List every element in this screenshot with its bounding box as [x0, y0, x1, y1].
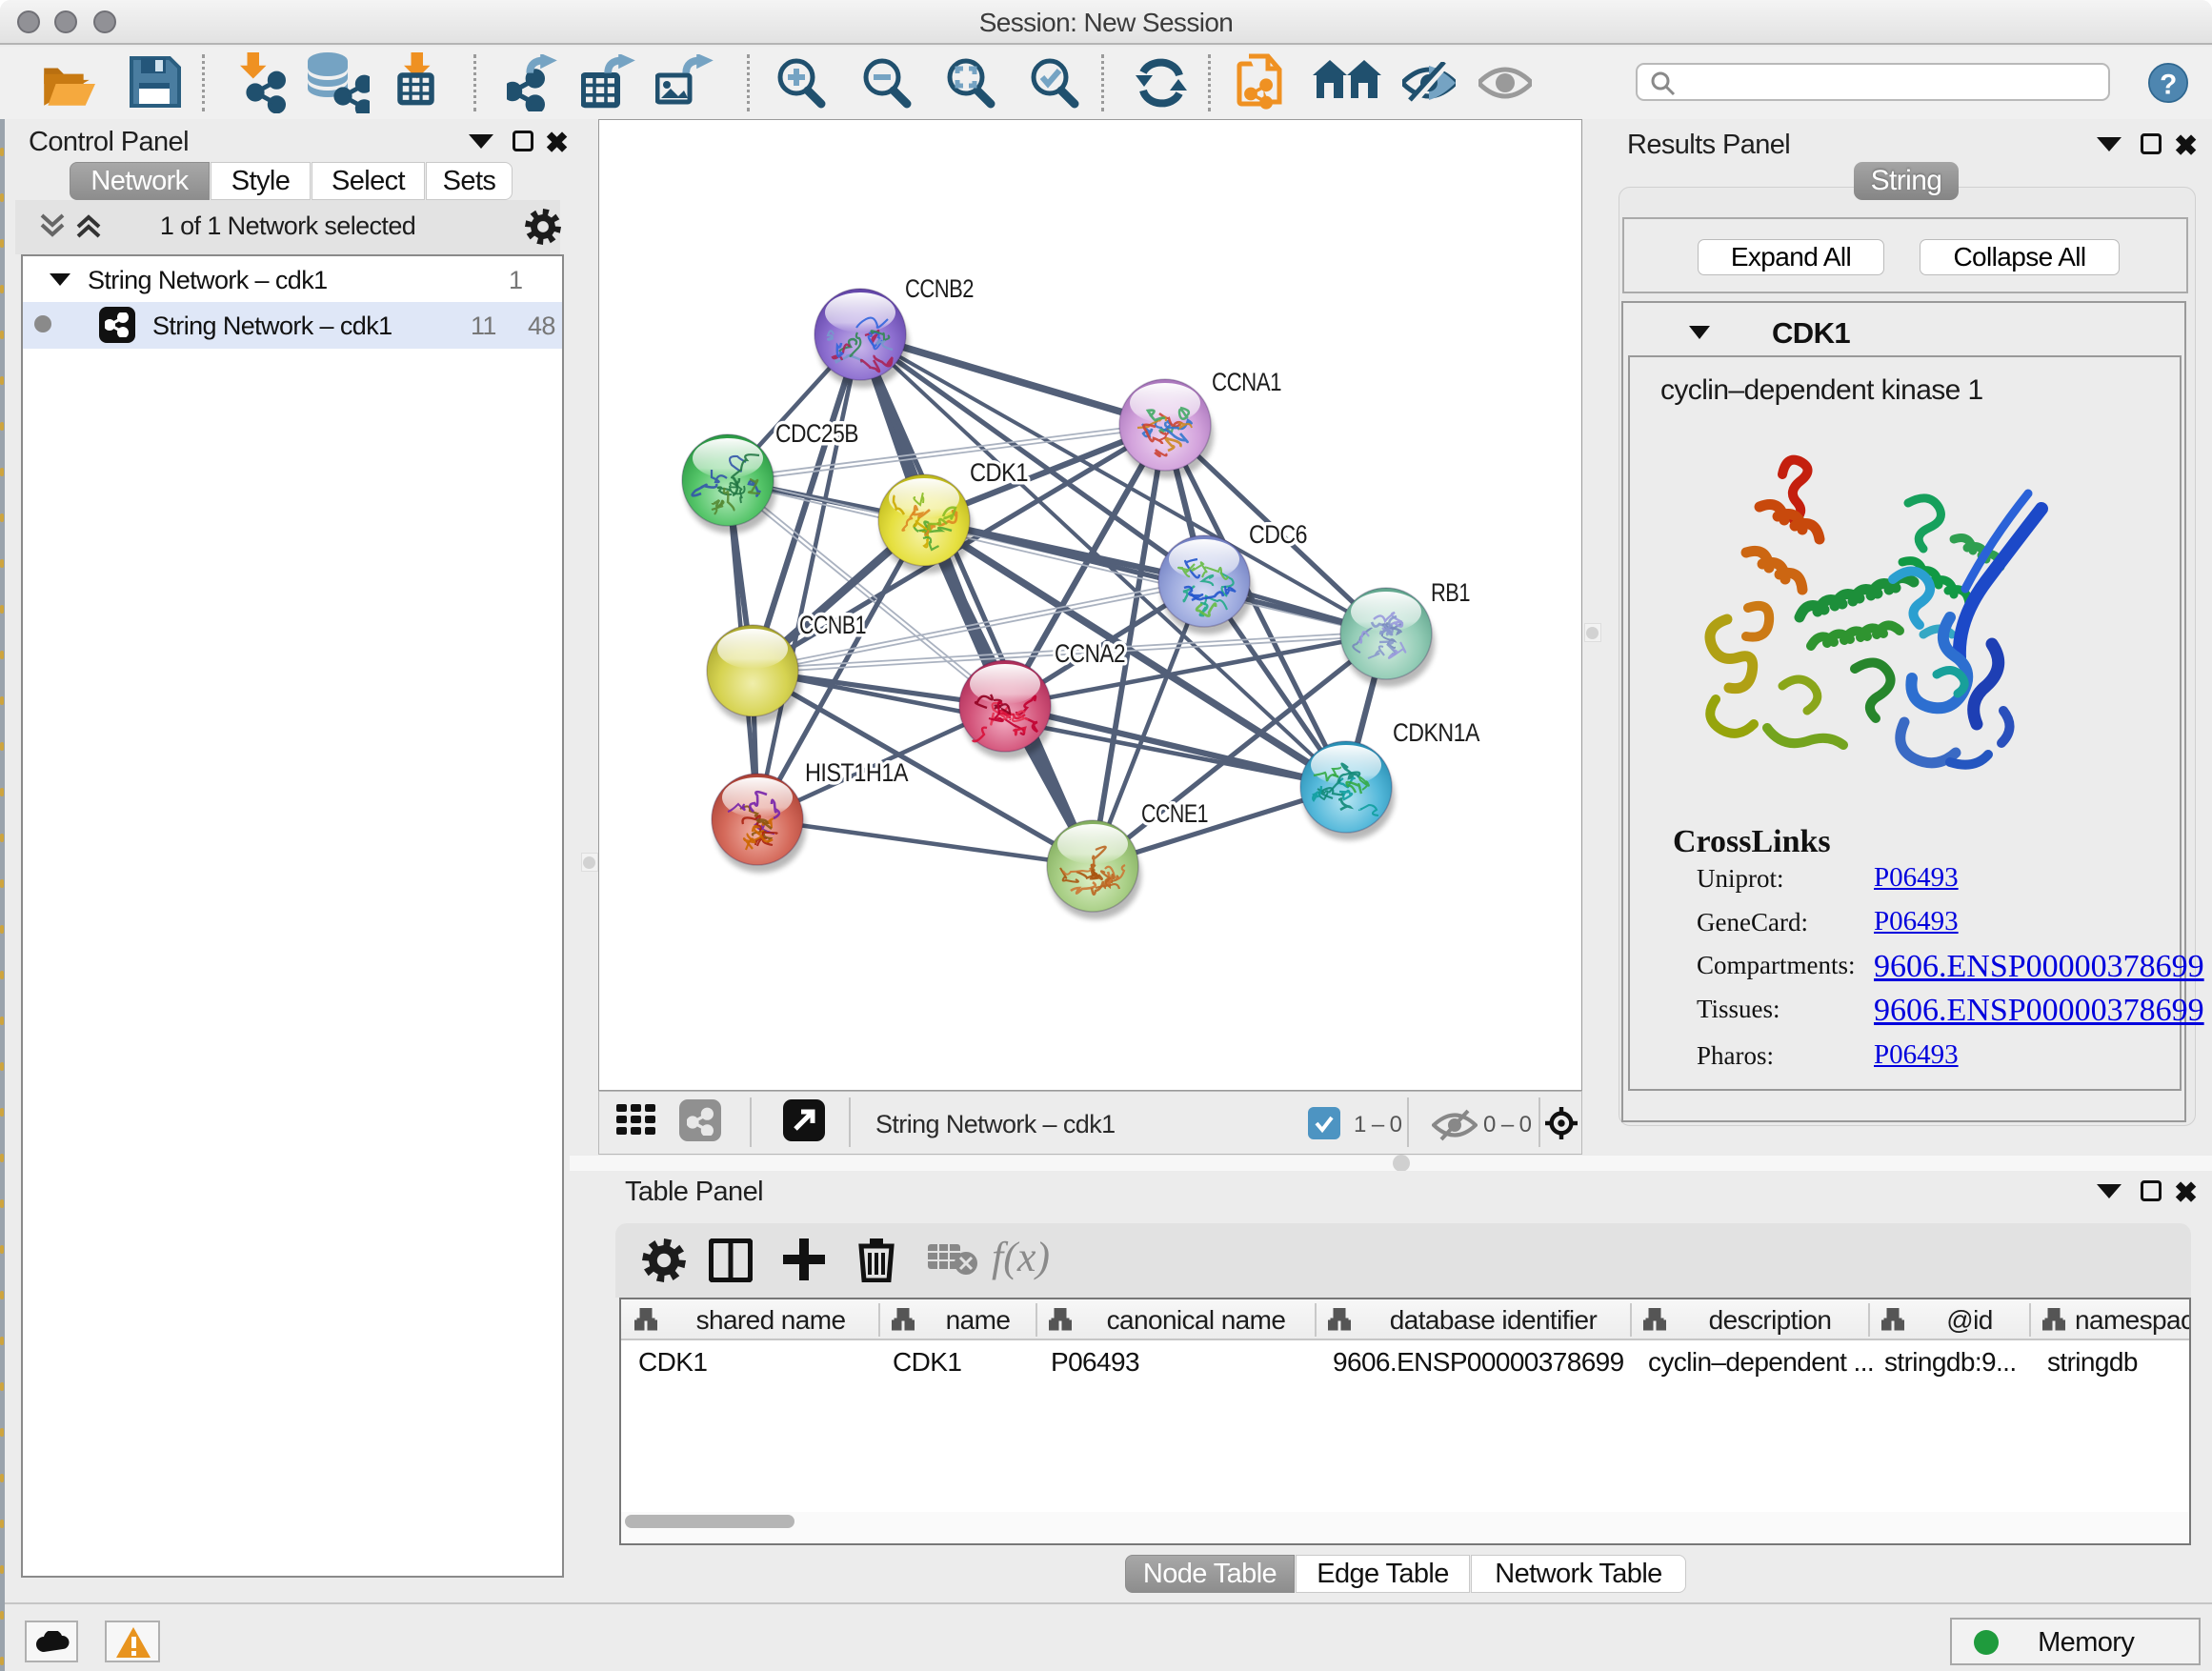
- svg-text:CDC6: CDC6: [1249, 520, 1307, 549]
- svg-text:RB1: RB1: [1431, 578, 1470, 607]
- svg-text:CCNE1: CCNE1: [1141, 799, 1208, 828]
- svg-text:HIST1H1A: HIST1H1A: [805, 758, 909, 787]
- svg-text:CDK1: CDK1: [970, 458, 1028, 487]
- svg-text:?: ?: [2160, 69, 2177, 100]
- svg-text:CCNA2: CCNA2: [1055, 639, 1125, 668]
- svg-text:CDKN1A: CDKN1A: [1393, 718, 1480, 747]
- svg-text:CCNB1: CCNB1: [799, 611, 866, 639]
- svg-text:CCNB2: CCNB2: [905, 274, 974, 303]
- svg-text:CCNA1: CCNA1: [1212, 368, 1281, 396]
- svg-text:CDC25B: CDC25B: [775, 419, 858, 448]
